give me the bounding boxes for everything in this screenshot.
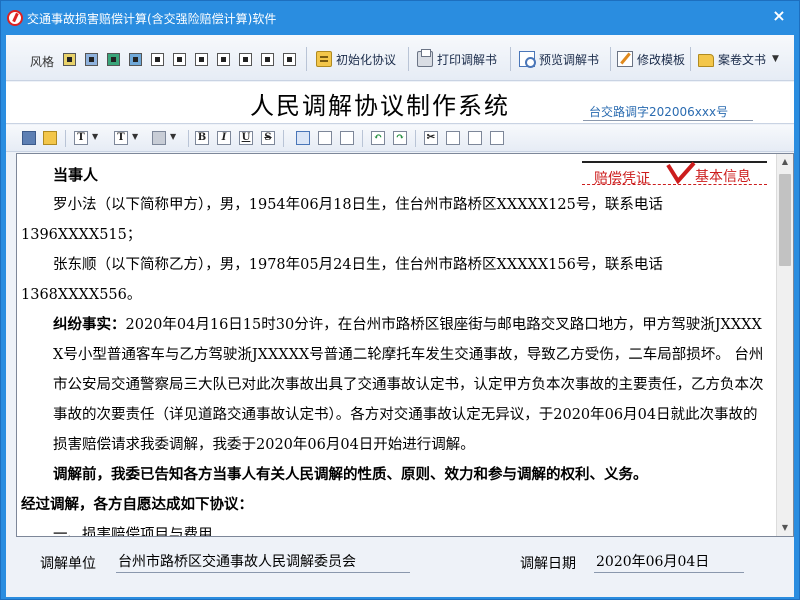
style-swatch-10[interactable] (261, 53, 274, 66)
style-label: 风格 (30, 55, 55, 69)
style-swatch-11[interactable] (283, 53, 296, 66)
titlebar: 交通事故损害赔偿计算(含交强险赔偿计算)软件 × (1, 1, 799, 35)
scroll-up-icon[interactable]: ▲ (777, 154, 793, 170)
open-folder-icon[interactable] (43, 131, 57, 145)
footer: 调解单位 台州市路桥区交通事故人民调解委员会 调解日期 2020年06月04日 (6, 541, 794, 597)
chevron-down-icon[interactable]: ▼ (132, 132, 138, 141)
edit-template-label: 修改模板 (637, 52, 686, 67)
agreement-item-one: 一、损害赔偿项目与费用 (53, 527, 213, 536)
format-separator (362, 130, 363, 147)
style-swatch-3[interactable] (107, 53, 120, 66)
init-icon (316, 51, 332, 67)
format-toolbar: T ▼ T ▼ ▼ B I U S ↶ ↷ ✂ (6, 125, 794, 152)
basic-info-link[interactable]: 基本信息 (695, 166, 751, 186)
paste-icon[interactable] (468, 131, 482, 145)
compensation-voucher-link[interactable]: 赔偿凭证 (594, 168, 650, 188)
style-swatch-6[interactable] (173, 53, 186, 66)
vertical-scrollbar[interactable]: ▲ ▼ (776, 154, 793, 536)
folder-icon (698, 53, 714, 67)
copy-icon[interactable] (446, 131, 460, 145)
align-left-icon[interactable] (296, 131, 310, 145)
pre-mediation-notice: 调解前，我委已告知各方当事人有关人民调解的性质、原则、效力和参与调解的权利、义务… (53, 466, 648, 483)
edit-template-button[interactable]: 修改模板 (617, 48, 685, 70)
document-editor[interactable]: 当事人 罗小法（以下简称甲方），男，1954年06月18日生，住台州市路桥区XX… (16, 153, 794, 537)
style-swatch-8[interactable] (217, 53, 230, 66)
main-toolbar: 风格 初始化协议 打印调解书 预览调解书 修改模板 案卷文书 ▼ (6, 35, 794, 81)
underline-button[interactable]: U (239, 131, 253, 145)
preview-mediation-button[interactable]: 预览调解书 (519, 48, 599, 70)
window-icon[interactable] (490, 131, 504, 145)
printer-icon (417, 49, 433, 67)
toolbar-separator (408, 47, 409, 71)
style-swatch-4[interactable] (129, 53, 142, 66)
party-b-phone: 1368XXXX556。 (21, 287, 142, 303)
dispute-facts: 纠纷事实：2020年04月16日15时30分许，在台州市路桥区银座街与邮电路交叉… (21, 310, 767, 460)
print-mediation-label: 打印调解书 (437, 52, 498, 67)
style-swatch-7[interactable] (195, 53, 208, 66)
document-number-field[interactable]: 台交路调字202006xxx号 (583, 103, 753, 121)
color-button[interactable] (152, 131, 166, 145)
case-files-label: 案卷文书 (718, 52, 767, 67)
toolbar-separator (306, 47, 307, 71)
font-size-button[interactable]: T (114, 131, 128, 145)
nav-underline (582, 184, 767, 185)
init-agreement-button[interactable]: 初始化协议 (316, 48, 396, 70)
align-center-icon[interactable] (318, 131, 332, 145)
edit-icon (617, 51, 633, 67)
toolbar-separator (610, 47, 611, 71)
app-logo-icon (7, 10, 23, 26)
window-title: 交通事故损害赔偿计算(含交强险赔偿计算)软件 (27, 12, 277, 26)
mediation-date-label: 调解日期 (520, 556, 576, 572)
scroll-thumb[interactable] (779, 174, 791, 266)
page-title: 人民调解协议制作系统 (250, 92, 510, 120)
italic-button[interactable]: I (217, 131, 231, 145)
checkmark-icon (666, 161, 696, 185)
chevron-down-icon: ▼ (772, 54, 779, 64)
app-window: 交通事故损害赔偿计算(含交强险赔偿计算)软件 × 风格 初始化协议 打印调解书 … (0, 0, 800, 600)
strikethrough-button[interactable]: S (261, 131, 275, 145)
case-files-button[interactable]: 案卷文书 ▼ (698, 48, 779, 70)
cut-icon[interactable]: ✂ (424, 131, 438, 145)
toolbar-separator (510, 47, 511, 71)
chevron-down-icon[interactable]: ▼ (170, 132, 176, 141)
format-separator (283, 130, 284, 147)
mediation-unit-label: 调解单位 (40, 556, 96, 572)
party-a-phone: 1396XXXX515； (21, 227, 142, 243)
align-right-icon[interactable] (340, 131, 354, 145)
mediation-date-field[interactable]: 2020年06月04日 (594, 551, 744, 573)
agreement-intro: 经过调解，各方自愿达成如下协议： (21, 496, 253, 513)
client-area: 风格 初始化协议 打印调解书 预览调解书 修改模板 案卷文书 ▼ 人民调解协议制… (6, 35, 794, 597)
style-swatch-9[interactable] (239, 53, 252, 66)
preview-icon (519, 51, 536, 68)
style-swatch-1[interactable] (63, 53, 76, 66)
party-b-line: 张东顺（以下简称乙方），男，1978年05月24日生，住台州市路桥区XXXXX1… (53, 257, 663, 273)
redo-icon[interactable]: ↷ (393, 131, 407, 145)
init-agreement-label: 初始化协议 (336, 52, 397, 67)
mediation-unit-field[interactable]: 台州市路桥区交通事故人民调解委员会 (116, 551, 410, 573)
nav-links: 赔偿凭证 基本信息 (582, 160, 767, 188)
format-separator (415, 130, 416, 147)
print-mediation-button[interactable]: 打印调解书 (417, 48, 497, 70)
bold-button[interactable]: B (195, 131, 209, 145)
party-a-line: 罗小法（以下简称甲方），男，1954年06月18日生，住台州市路桥区XXXXX1… (53, 197, 663, 213)
font-button[interactable]: T (74, 131, 88, 145)
toolbar-separator (690, 47, 691, 71)
close-button[interactable]: × (769, 6, 789, 26)
scroll-down-icon[interactable]: ▼ (777, 520, 793, 536)
facts-text: 2020年04月16日15时30分许，在台州市路桥区银座街与邮电路交叉路口地方，… (53, 317, 764, 453)
style-swatch-5[interactable] (151, 53, 164, 66)
editor-content[interactable]: 当事人 罗小法（以下简称甲方），男，1954年06月18日生，住台州市路桥区XX… (17, 154, 767, 536)
format-separator (65, 130, 66, 147)
document-header: 人民调解协议制作系统 台交路调字202006xxx号 (6, 82, 794, 124)
preview-mediation-label: 预览调解书 (539, 52, 600, 67)
save-icon[interactable] (22, 131, 36, 145)
style-swatch-2[interactable] (85, 53, 98, 66)
undo-icon[interactable]: ↶ (371, 131, 385, 145)
chevron-down-icon[interactable]: ▼ (92, 132, 98, 141)
facts-label: 纠纷事实： (53, 316, 126, 333)
format-separator (188, 130, 189, 147)
